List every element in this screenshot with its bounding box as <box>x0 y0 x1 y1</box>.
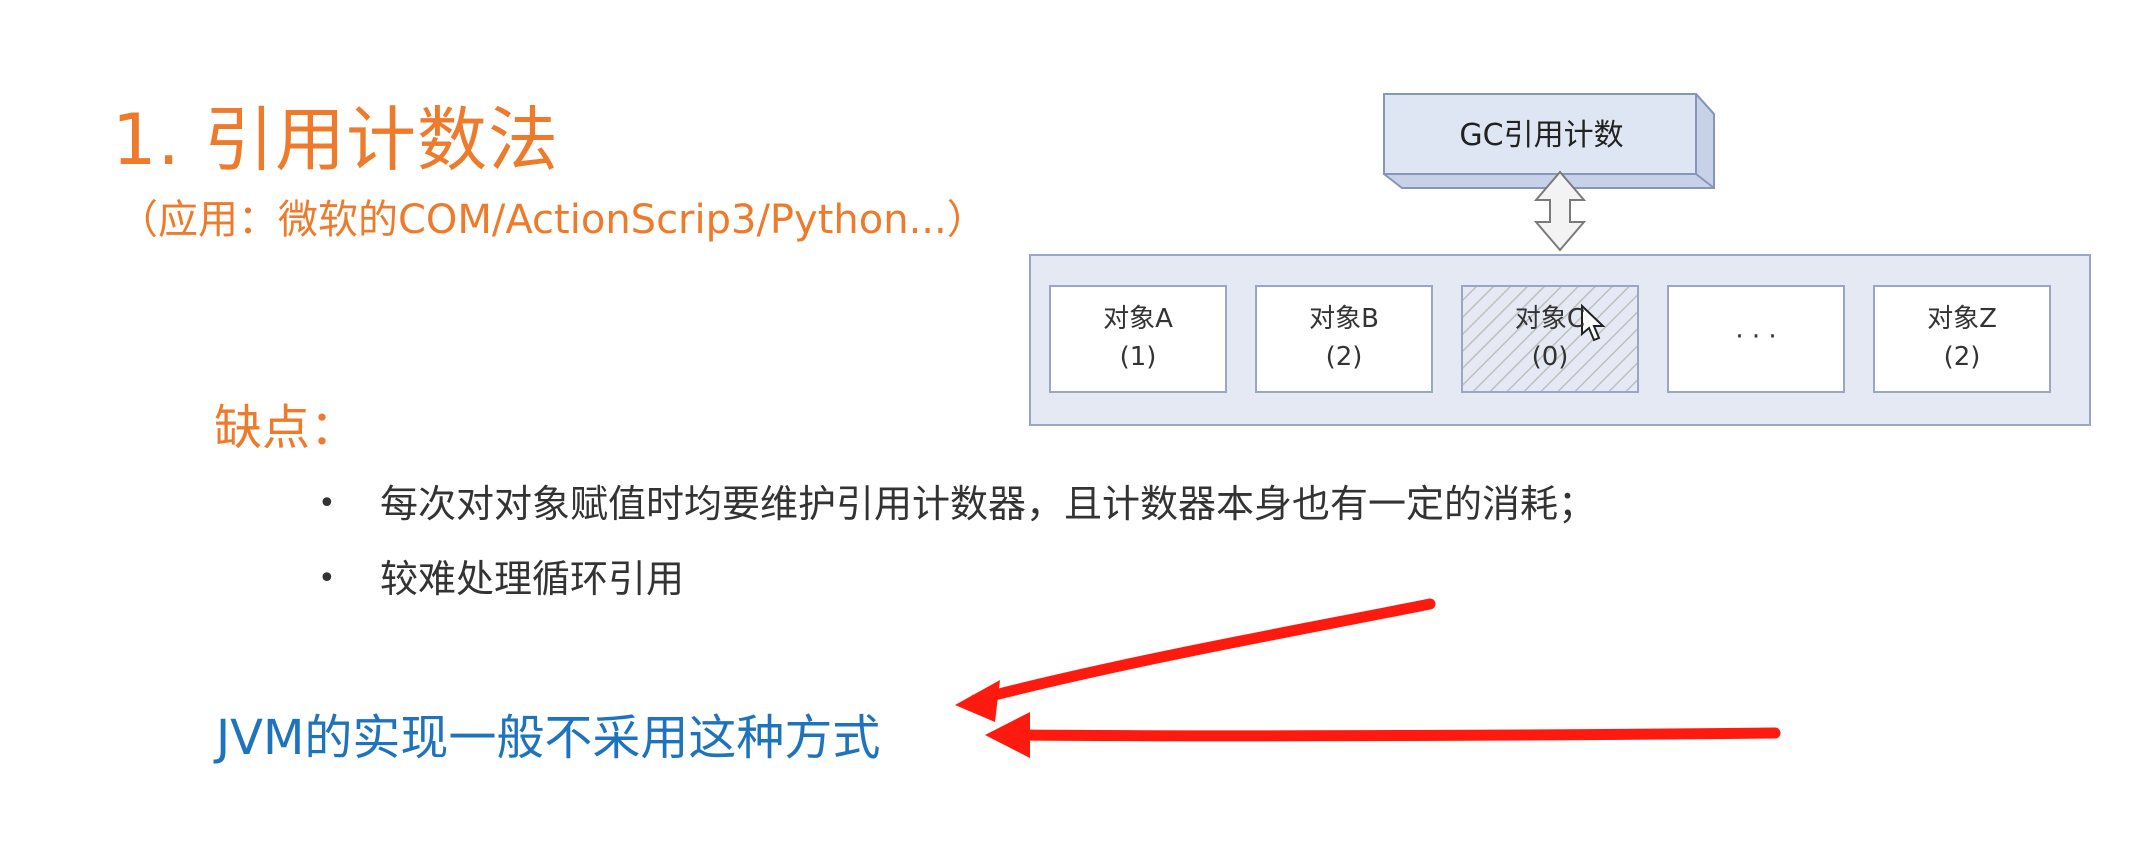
red-arrow-icon <box>955 598 1436 722</box>
red-arrow-icon <box>985 712 1781 758</box>
annotation-arrows <box>955 598 1781 758</box>
slide: 1. 引用计数法 （应用：微软的COM/ActionScrip3/Python.… <box>0 0 2141 860</box>
